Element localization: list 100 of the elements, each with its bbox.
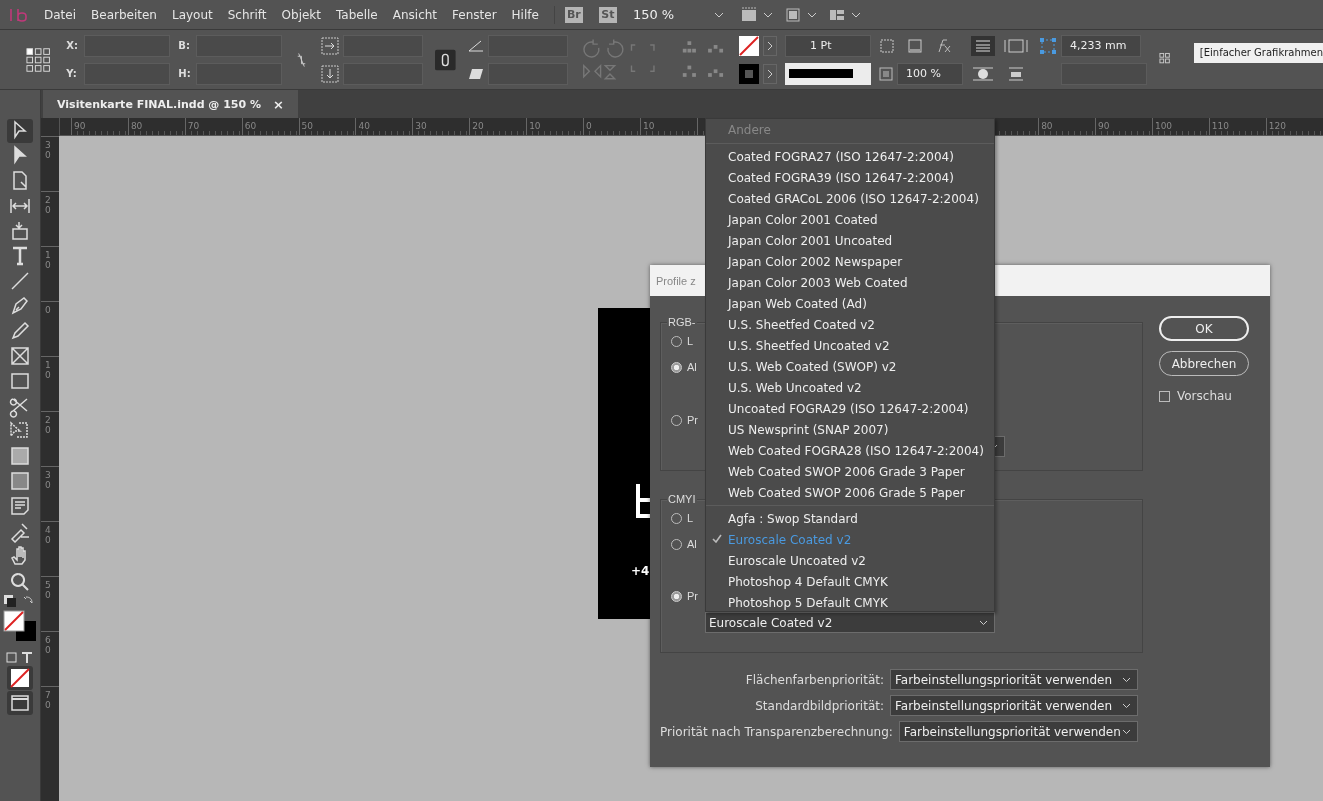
priority-select[interactable]: Farbeinstellungspriorität verwenden <box>890 695 1138 716</box>
list-item[interactable]: Web Coated SWOP 2006 Grade 3 Paper <box>706 461 994 482</box>
list-item[interactable]: Photoshop 4 Default CMYK <box>706 571 994 592</box>
menu-item[interactable]: Bearbeiten <box>91 7 157 22</box>
document-tab[interactable]: Visitenkarte FINAL.indd @ 150 % × <box>43 90 298 118</box>
corner-size-field[interactable]: 4,233 mm <box>1061 34 1141 57</box>
caret-icon <box>1122 676 1131 683</box>
list-item[interactable]: Japan Color 2002 Newspaper <box>706 251 994 272</box>
priority-label: Flächenfarbenpriorität: <box>745 672 884 687</box>
link-icon[interactable] <box>435 48 456 71</box>
close-tab-button[interactable]: × <box>273 96 284 112</box>
list-header: Andere <box>706 119 994 144</box>
menu-item[interactable]: Layout <box>171 7 213 22</box>
radio-label: Al <box>687 361 697 373</box>
ruler-number: 60 <box>243 121 257 131</box>
checkbox-label: Vorschau <box>1177 389 1232 403</box>
fill-arrow-button[interactable] <box>763 35 777 56</box>
list-item[interactable]: Japan Color 2001 Coated <box>706 209 994 230</box>
stroke-swatch-icon[interactable] <box>739 63 759 84</box>
apply-none-icon[interactable] <box>7 665 33 690</box>
height-label: H: <box>178 68 192 79</box>
stock-button[interactable]: St <box>598 6 617 23</box>
view-mode-icon[interactable] <box>784 6 819 23</box>
list-item[interactable]: U.S. Sheetfed Uncoated v2 <box>706 335 994 356</box>
list-item[interactable]: US Newsprint (SNAP 2007) <box>706 419 994 440</box>
caret-icon <box>1122 728 1131 735</box>
bridge-button[interactable]: Br <box>564 6 583 23</box>
stroke-weight-field[interactable]: 1 Pt <box>785 34 871 57</box>
list-item[interactable]: Agfa : Swop Standard <box>706 508 994 529</box>
angle-icon <box>467 38 484 53</box>
dialog-button[interactable]: Abbrechen <box>1159 351 1249 376</box>
ruler-number: 40 <box>357 121 370 131</box>
radio-label: Pr <box>687 590 698 602</box>
caret-icon <box>1122 702 1131 709</box>
screen-mode-icon[interactable] <box>740 6 775 23</box>
list-item[interactable]: Photoshop 5 Default CMYK <box>706 592 994 613</box>
reference-point-icon[interactable] <box>26 46 51 73</box>
list-item[interactable]: Uncoated FOGRA29 (ISO 12647-2:2004) <box>706 398 994 419</box>
chevron-icon <box>767 68 773 79</box>
corner-options-icon[interactable] <box>1039 36 1057 55</box>
menu-item[interactable]: Fenster <box>452 7 497 22</box>
menu-item[interactable]: Schrift <box>227 7 267 22</box>
priority-select[interactable]: Farbeinstellungspriorität verwenden <box>898 721 1138 742</box>
opacity-field[interactable]: 100 % <box>897 62 963 85</box>
menu-item[interactable]: Datei <box>44 7 76 22</box>
list-item[interactable]: Coated FOGRA39 (ISO 12647-2:2004) <box>706 167 994 188</box>
radio-button[interactable] <box>671 361 682 373</box>
x-label: X: <box>66 40 80 51</box>
ruler-number: 20 <box>45 416 52 436</box>
caret-icon <box>979 619 988 626</box>
ruler-number: 80 <box>1040 121 1053 131</box>
ruler-number: 50 <box>45 581 52 601</box>
list-item[interactable]: Japan Web Coated (Ad) <box>706 293 994 314</box>
ruler-number: 90 <box>73 121 86 131</box>
scale-x-icon <box>321 36 340 55</box>
logo-icon <box>636 484 652 518</box>
profile-select[interactable]: Euroscale Coated v2 <box>705 612 995 633</box>
list-item[interactable]: Japan Color 2003 Web Coated <box>706 272 994 293</box>
list-item[interactable]: Japan Color 2001 Uncoated <box>706 230 994 251</box>
ruler-number: 90 <box>1097 121 1110 131</box>
ruler-number: 70 <box>45 691 52 711</box>
list-item[interactable]: Web Coated SWOP 2006 Grade 5 Paper <box>706 482 994 503</box>
ruler-number: 0 <box>45 306 52 316</box>
caret-icon[interactable] <box>714 11 725 18</box>
list-item[interactable]: Euroscale Uncoated v2 <box>706 550 994 571</box>
fill-swatch-icon[interactable] <box>739 35 759 56</box>
chevron-icon <box>767 40 773 51</box>
zoom-level-field[interactable]: 150 % <box>632 7 675 22</box>
menu-item[interactable]: Objekt <box>281 7 321 22</box>
ruler-number: 30 <box>45 141 52 161</box>
ruler-number: 30 <box>414 121 427 131</box>
ruler-number: 20 <box>45 196 52 216</box>
list-item[interactable]: U.S. Web Coated (SWOP) v2 <box>706 356 994 377</box>
ruler-number: 10 <box>641 121 655 131</box>
list-item[interactable]: U.S. Web Uncoated v2 <box>706 377 994 398</box>
checkmark-icon <box>712 534 722 543</box>
list-item[interactable]: Coated FOGRA27 (ISO 12647-2:2004) <box>706 146 994 167</box>
menu-item[interactable]: Ansicht <box>392 7 438 22</box>
list-item[interactable]: U.S. Sheetfed Coated v2 <box>706 314 994 335</box>
dialog-button[interactable]: OK <box>1159 316 1249 341</box>
menu-item[interactable]: Tabelle <box>336 7 378 22</box>
ruler-number: 70 <box>186 121 200 131</box>
object-style-field[interactable]: [Einfacher Grafikrahmen <box>1193 42 1323 63</box>
priority-select[interactable]: Farbeinstellungspriorität verwenden <box>890 669 1138 690</box>
menu-item[interactable]: Hilfe <box>511 7 539 22</box>
list-item[interactable]: Web Coated FOGRA28 (ISO 12647-2:2004) <box>706 440 994 461</box>
ruler-number: 10 <box>528 121 541 131</box>
selection-tool-icon[interactable] <box>7 118 33 143</box>
radio-button[interactable] <box>671 590 682 602</box>
ruler-number: 80 <box>129 121 143 131</box>
list-item[interactable]: Coated GRACoL 2006 (ISO 12647-2:2004) <box>706 188 994 209</box>
text-wrap-icons-drawing[interactable] <box>971 35 1031 56</box>
stroke-arrow-button[interactable] <box>763 63 777 84</box>
screen-mode-icon[interactable] <box>7 690 33 715</box>
width-label: B: <box>178 40 191 51</box>
priority-label: Priorität nach Transparenzberechnung: <box>660 724 893 739</box>
stroke-type-select[interactable] <box>785 62 871 85</box>
scale-y-icon <box>321 64 340 83</box>
checkbox[interactable] <box>1159 390 1170 402</box>
ruler-number: 110 <box>1210 121 1229 131</box>
